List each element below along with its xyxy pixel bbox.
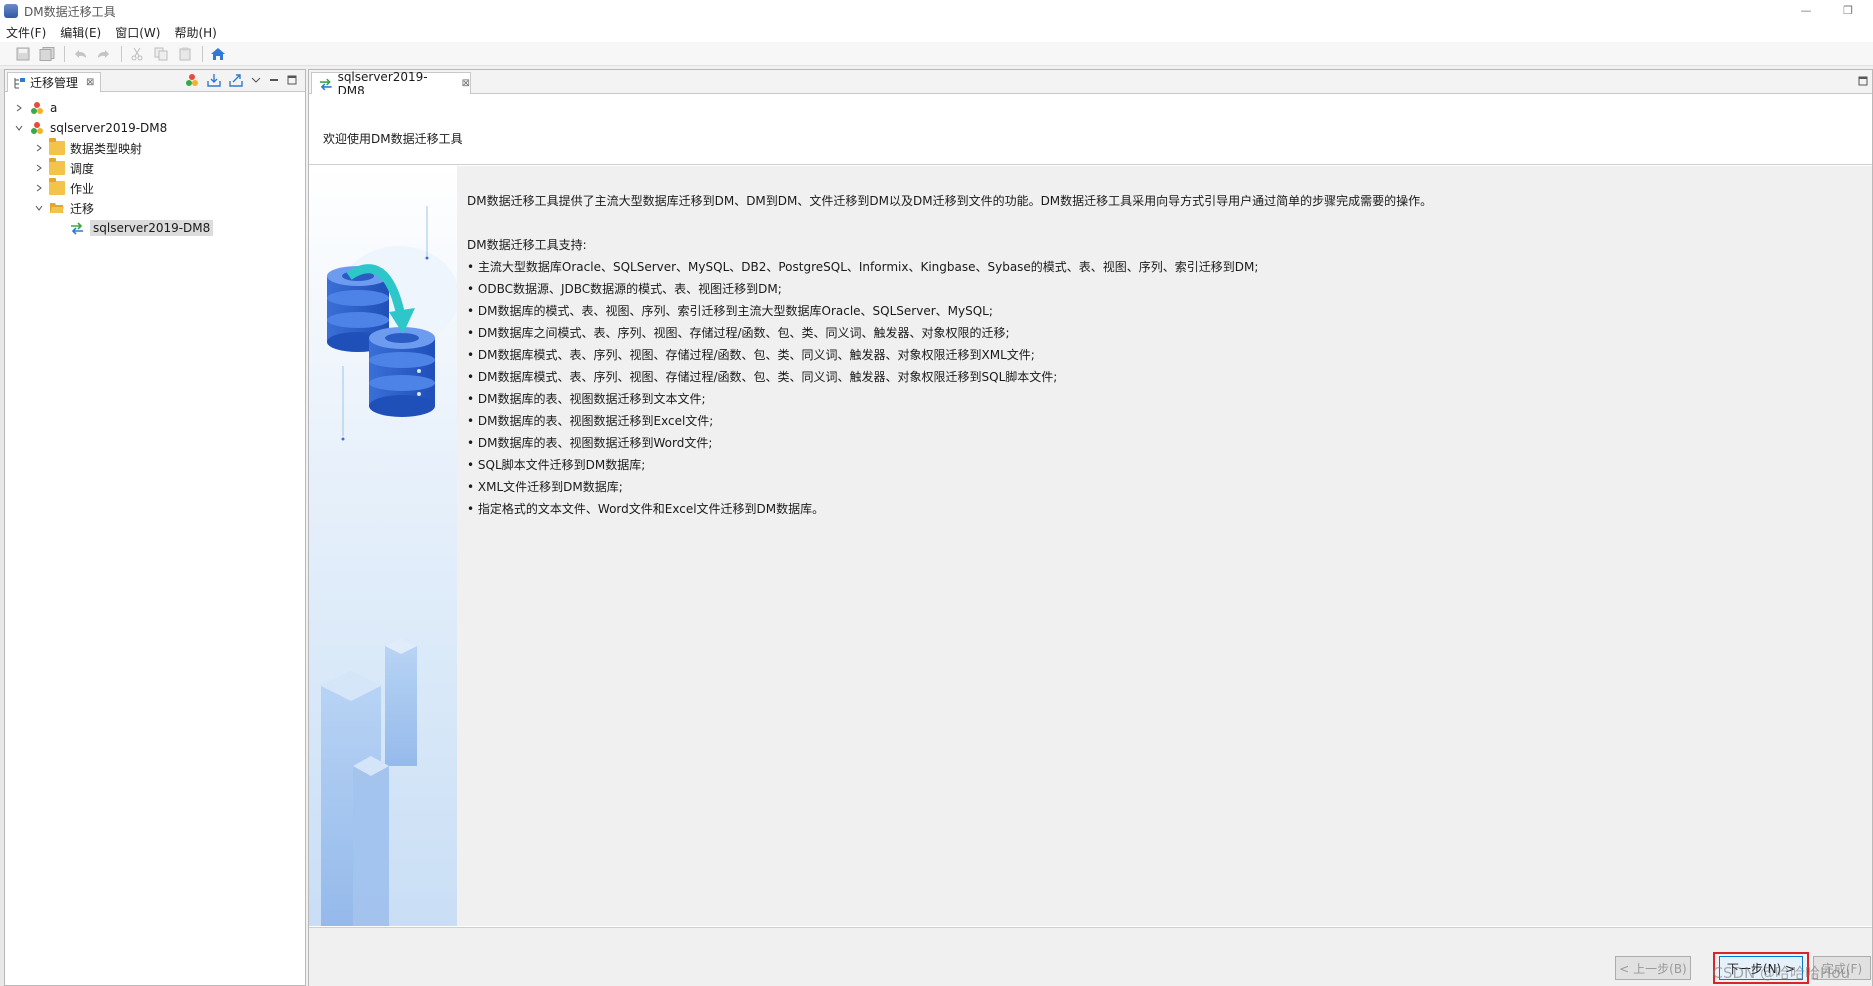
tree-item-data-type-mapping[interactable]: 数据类型映射 bbox=[5, 138, 305, 158]
support-item: DM数据库模式、表、序列、视图、存储过程/函数、包、类、同义词、触发器、对象权限… bbox=[467, 344, 1847, 366]
wizard-illustration bbox=[309, 166, 459, 926]
toolbar-separator bbox=[64, 45, 65, 62]
tree-item-label: 迁移 bbox=[70, 201, 95, 216]
view-menu-icon[interactable] bbox=[251, 75, 261, 85]
chevron-right-icon[interactable] bbox=[33, 142, 45, 154]
folder-icon bbox=[49, 158, 65, 175]
minimize-button[interactable]: — bbox=[1796, 3, 1816, 19]
tree-item-migration[interactable]: 迁移 bbox=[5, 198, 305, 218]
watermark: CSDN @哈哈哈Hou bbox=[1712, 964, 1851, 982]
support-heading: DM数据迁移工具支持: bbox=[467, 238, 587, 252]
toolbar bbox=[0, 42, 1873, 66]
migration-management-panel: 迁移管理 ⊠ a sqlserver2019-DM8 数据类型映射 调度 作业 … bbox=[4, 69, 306, 986]
restore-button[interactable]: ❐ bbox=[1838, 3, 1858, 19]
app-icon bbox=[4, 4, 18, 18]
title-bar: DM数据迁移工具 — ❐ bbox=[0, 0, 1873, 22]
paste-icon[interactable] bbox=[176, 45, 194, 63]
window-title: DM数据迁移工具 bbox=[24, 4, 116, 19]
wizard-title: 欢迎使用DM数据迁移工具 bbox=[323, 132, 463, 146]
wizard-body: DM数据迁移工具提供了主流大型数据库迁移到DM、DM到DM、文件迁移到DM以及D… bbox=[309, 166, 1872, 926]
left-panel-tools bbox=[177, 73, 297, 87]
cut-icon[interactable] bbox=[128, 45, 146, 63]
editor-area: sqlserver2019-DM8 ⊠ 欢迎使用DM数据迁移工具 DM数据迁移工… bbox=[308, 69, 1873, 986]
tree-item-label: 数据类型映射 bbox=[70, 141, 143, 156]
connect-icon[interactable] bbox=[185, 73, 199, 87]
tab-sqlserver2019-dm8[interactable]: sqlserver2019-DM8 ⊠ bbox=[311, 70, 471, 98]
chevron-right-icon[interactable] bbox=[33, 162, 45, 174]
menu-file[interactable]: 文件(F) bbox=[6, 24, 46, 41]
support-item: XML文件迁移到DM数据库; bbox=[467, 476, 1847, 498]
import-icon[interactable] bbox=[207, 73, 221, 87]
tree-item-migration-sqlserver2019-dm8[interactable]: sqlserver2019-DM8 bbox=[5, 218, 305, 238]
chevron-down-icon[interactable] bbox=[33, 202, 45, 214]
migration-arrows-icon bbox=[319, 78, 332, 90]
chevron-right-icon[interactable] bbox=[33, 182, 45, 194]
tree-item-label: a bbox=[50, 101, 58, 115]
chevron-down-icon[interactable] bbox=[13, 122, 25, 134]
save-icon[interactable] bbox=[14, 45, 32, 63]
support-item: SQL脚本文件迁移到DM数据库; bbox=[467, 454, 1847, 476]
project-icon bbox=[29, 121, 45, 135]
tree-item-label: sqlserver2019-DM8 bbox=[90, 220, 214, 236]
close-icon[interactable]: ⊠ bbox=[86, 77, 94, 88]
tree-item-label: 调度 bbox=[70, 161, 95, 176]
save-all-icon[interactable] bbox=[38, 45, 56, 63]
editor-tabbar: sqlserver2019-DM8 ⊠ bbox=[309, 70, 1872, 98]
toolbar-separator bbox=[202, 45, 203, 62]
left-panel-tabbar: 迁移管理 ⊠ bbox=[5, 70, 305, 92]
chevron-right-icon[interactable] bbox=[13, 102, 25, 114]
support-item: DM数据库的模式、表、视图、序列、索引迁移到主流大型数据库Oracle、SQLS… bbox=[467, 300, 1847, 322]
support-item: DM数据库的表、视图数据迁移到Excel文件; bbox=[467, 410, 1847, 432]
home-icon[interactable] bbox=[209, 45, 227, 63]
migration-tree: a sqlserver2019-DM8 数据类型映射 调度 作业 迁移 sqls… bbox=[5, 92, 305, 238]
menu-help[interactable]: 帮助(H) bbox=[174, 24, 216, 41]
close-icon[interactable]: ⊠ bbox=[462, 78, 470, 89]
support-item: ODBC数据源、JDBC数据源的模式、表、视图迁移到DM; bbox=[467, 278, 1847, 300]
folder-open-icon bbox=[49, 201, 65, 215]
tree-view-icon bbox=[14, 77, 25, 88]
tree-item-sqlserver2019-dm8[interactable]: sqlserver2019-DM8 bbox=[5, 118, 305, 138]
menu-window[interactable]: 窗口(W) bbox=[115, 24, 160, 41]
support-item: 主流大型数据库Oracle、SQLServer、MySQL、DB2、Postgr… bbox=[467, 256, 1847, 278]
migration-arrows-icon bbox=[69, 221, 85, 235]
support-item: 指定格式的文本文件、Word文件和Excel文件迁移到DM数据库。 bbox=[467, 498, 1847, 520]
menu-bar: 文件(F) 编辑(E) 窗口(W) 帮助(H) bbox=[0, 22, 1873, 42]
tree-item-schedule[interactable]: 调度 bbox=[5, 158, 305, 178]
toolbar-separator bbox=[121, 45, 122, 62]
support-item: DM数据库的表、视图数据迁移到Word文件; bbox=[467, 432, 1847, 454]
back-button[interactable]: < 上一步(B) bbox=[1615, 956, 1691, 980]
maximize-editor-icon[interactable] bbox=[1858, 76, 1868, 86]
minimize-panel-icon[interactable] bbox=[269, 75, 279, 85]
copy-icon[interactable] bbox=[152, 45, 170, 63]
folder-icon bbox=[49, 138, 65, 155]
wizard-footer: < 上一步(B) 下一步(N) > 完成(F) CSDN @哈哈哈Hou bbox=[309, 927, 1872, 986]
database-migration-illustration bbox=[321, 206, 459, 926]
tab-migration-management[interactable]: 迁移管理 ⊠ bbox=[7, 72, 101, 92]
redo-icon[interactable] bbox=[95, 45, 113, 63]
support-item: DM数据库的表、视图数据迁移到文本文件; bbox=[467, 388, 1847, 410]
undo-icon[interactable] bbox=[71, 45, 89, 63]
wizard-description: DM数据迁移工具提供了主流大型数据库迁移到DM、DM到DM、文件迁移到DM以及D… bbox=[467, 190, 1847, 520]
tab-label: 迁移管理 bbox=[30, 76, 79, 90]
menu-edit[interactable]: 编辑(E) bbox=[60, 24, 101, 41]
project-icon bbox=[29, 101, 45, 115]
folder-icon bbox=[49, 178, 65, 195]
tree-item-jobs[interactable]: 作业 bbox=[5, 178, 305, 198]
support-item: DM数据库之间模式、表、序列、视图、存储过程/函数、包、类、同义词、触发器、对象… bbox=[467, 322, 1847, 344]
intro-text: DM数据迁移工具提供了主流大型数据库迁移到DM、DM到DM、文件迁移到DM以及D… bbox=[467, 194, 1433, 208]
wizard-header: 欢迎使用DM数据迁移工具 bbox=[309, 94, 1872, 165]
support-item: DM数据库模式、表、序列、视图、存储过程/函数、包、类、同义词、触发器、对象权限… bbox=[467, 366, 1847, 388]
maximize-panel-icon[interactable] bbox=[287, 75, 297, 85]
tree-item-a[interactable]: a bbox=[5, 98, 305, 118]
export-icon[interactable] bbox=[229, 73, 243, 87]
tree-item-label: sqlserver2019-DM8 bbox=[50, 121, 168, 135]
tree-item-label: 作业 bbox=[70, 181, 95, 196]
